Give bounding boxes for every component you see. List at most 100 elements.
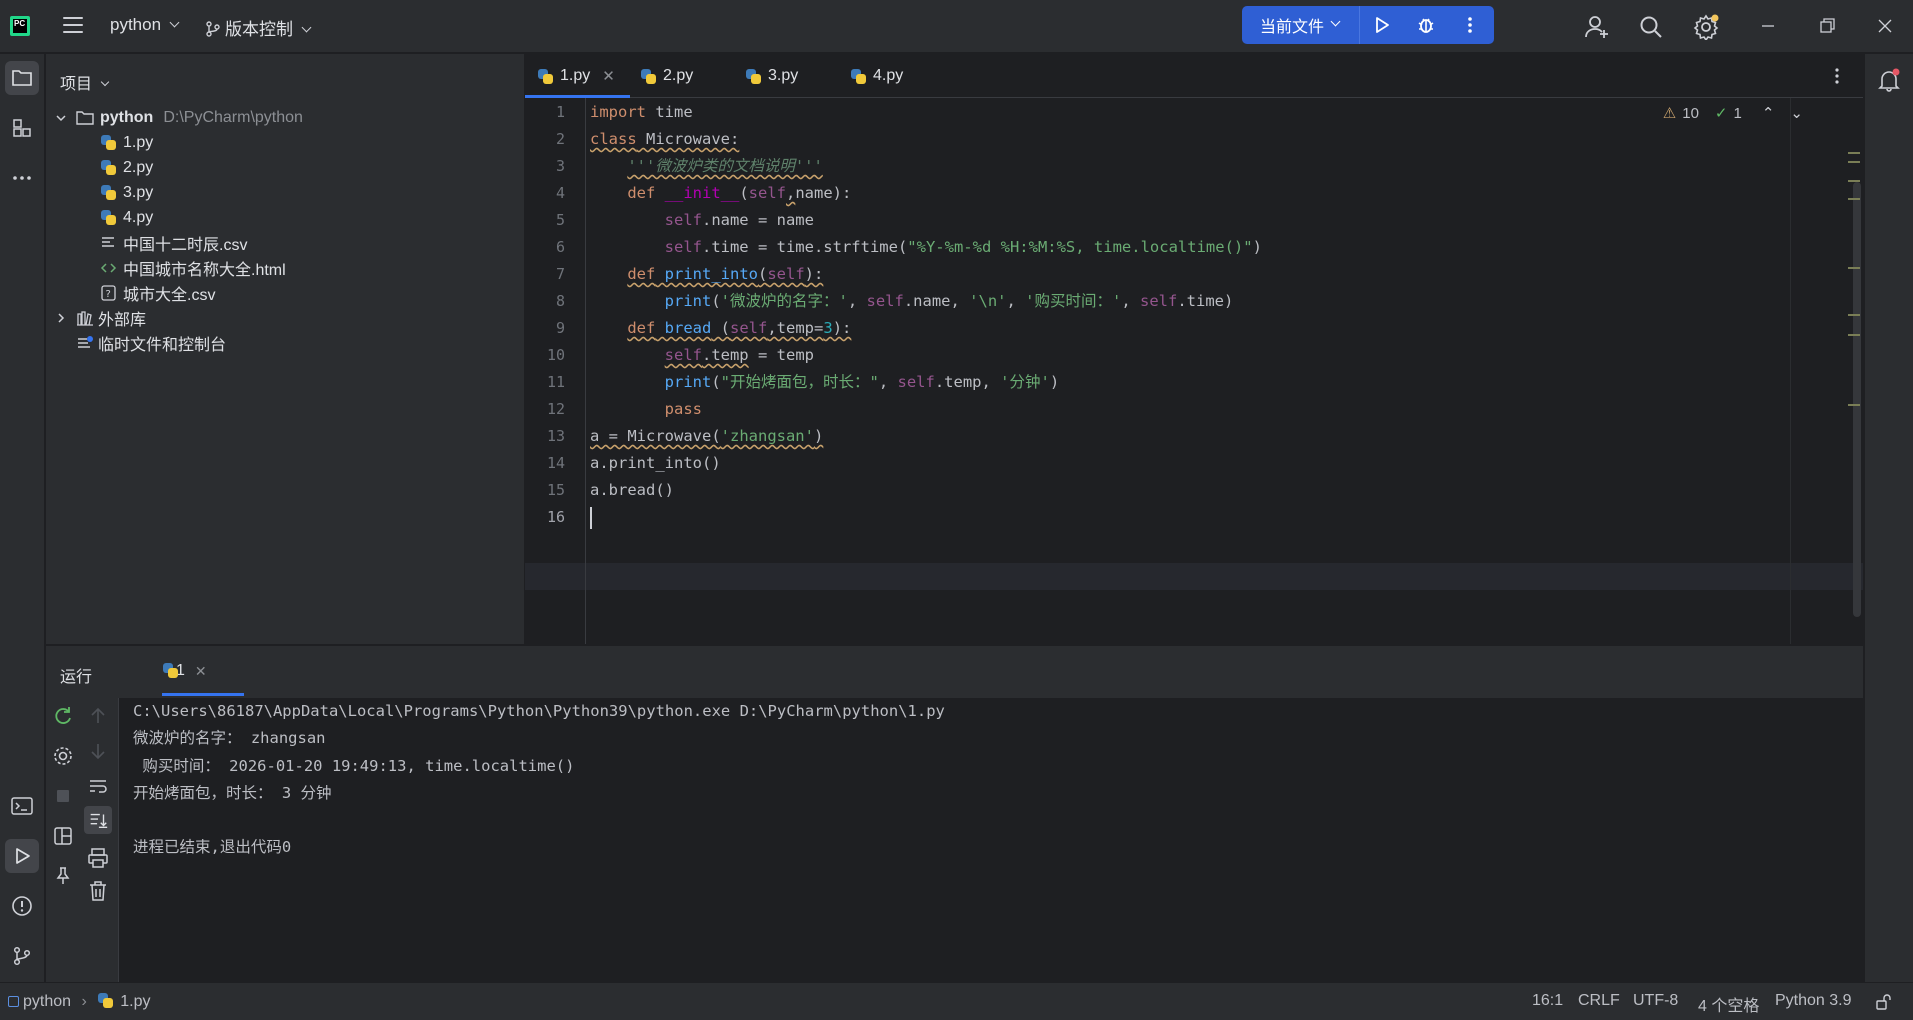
notifications-bell-icon[interactable] (1878, 68, 1900, 92)
line-number[interactable]: 9 (525, 315, 565, 342)
soft-wrap-icon[interactable] (86, 774, 110, 798)
file-encoding[interactable]: UTF-8 (1633, 992, 1678, 1010)
code-line-11[interactable]: print("开始烤面包，时长：", self.temp, '分钟') (590, 369, 1060, 396)
lock-write-icon[interactable] (1874, 993, 1892, 1011)
prev-highlight-icon[interactable]: ⌃ (1762, 104, 1775, 122)
python-interpreter[interactable]: Python 3.9 (1775, 992, 1852, 1010)
line-number[interactable]: 10 (525, 342, 565, 369)
main-menu-icon[interactable] (63, 17, 83, 35)
search-icon[interactable] (1638, 14, 1664, 40)
line-number[interactable]: 14 (525, 450, 565, 477)
layout-icon[interactable] (51, 824, 75, 848)
rerun-icon[interactable] (51, 704, 75, 728)
structure-tool-button[interactable] (5, 111, 39, 145)
indent-setting[interactable]: 4 个空格 (1698, 992, 1759, 1016)
python-file-icon (97, 992, 114, 1009)
code-line-2[interactable]: class Microwave: (590, 126, 739, 153)
line-number[interactable]: 15 (525, 477, 565, 504)
problems-icon (12, 896, 32, 916)
line-number[interactable]: 1 (525, 99, 565, 126)
scroll-up-icon[interactable] (86, 704, 110, 728)
tab-3-py[interactable]: 3.py (745, 54, 798, 98)
add-user-icon[interactable] (1584, 14, 1610, 40)
code-line-7[interactable]: def print_into(self): (590, 261, 823, 288)
inspection-widget[interactable]: ⚠ 10 ✓ 1 ⌃ ⌄ (1663, 104, 1803, 123)
line-number[interactable]: 12 (525, 396, 565, 423)
code-line-15[interactable]: a.bread() (590, 477, 674, 504)
minimize-icon[interactable] (1756, 14, 1780, 38)
scroll-to-end-button[interactable] (84, 806, 112, 834)
debug-button[interactable] (1404, 6, 1448, 44)
code-line-8[interactable]: print('微波炉的名字：', self.name, '\n', '购买时间：… (590, 288, 1234, 315)
more-tools-button[interactable] (5, 161, 39, 195)
close-tab-icon[interactable]: ✕ (602, 67, 615, 85)
tree-file-html[interactable]: 中国城市名称大全.html (100, 255, 286, 280)
close-window-icon[interactable] (1873, 14, 1897, 38)
project-panel-header[interactable]: 项目 (60, 70, 110, 94)
line-number[interactable]: 6 (525, 234, 565, 261)
right-margin-guide (1790, 98, 1791, 644)
line-number[interactable]: 16 (525, 504, 565, 531)
line-number[interactable]: 4 (525, 180, 565, 207)
tab-2-py[interactable]: 2.py (640, 54, 693, 98)
tree-root[interactable]: python D:\PyCharm\python (54, 105, 303, 130)
line-number[interactable]: 11 (525, 369, 565, 396)
git-tool-button[interactable] (5, 939, 39, 973)
breadcrumb-project[interactable]: python (23, 993, 71, 1010)
project-tool-button[interactable] (5, 61, 39, 95)
code-line-13[interactable]: a = Microwave('zhangsan') (590, 423, 823, 450)
line-number[interactable]: 3 (525, 153, 565, 180)
code-line-1[interactable]: import time (590, 99, 693, 126)
restore-icon[interactable] (1815, 14, 1839, 38)
breadcrumb-file[interactable]: 1.py (120, 993, 150, 1010)
settings-gear-icon[interactable] (1693, 14, 1719, 40)
code-line-6[interactable]: self.time = time.strftime("%Y-%m-%d %H:%… (590, 234, 1262, 261)
project-switcher[interactable]: python (110, 15, 180, 35)
tree-file-1-py[interactable]: 1.py (100, 130, 153, 155)
terminal-tool-button[interactable] (5, 789, 39, 823)
expand-chevron-icon (56, 114, 66, 121)
print-icon[interactable] (86, 846, 110, 870)
run-config-selector[interactable]: 当前文件 (1242, 6, 1360, 44)
pycharm-logo-icon[interactable]: PC (10, 16, 30, 36)
problems-tool-button[interactable] (5, 889, 39, 923)
run-tab-1[interactable]: 1 ✕ (126, 646, 244, 696)
code-line-9[interactable]: def bread (self,temp=3): (590, 315, 851, 342)
trash-icon[interactable] (86, 879, 110, 903)
close-run-tab-icon[interactable]: ✕ (195, 663, 207, 680)
editor-scrollbar[interactable] (1853, 182, 1861, 617)
line-number[interactable]: 7 (525, 261, 565, 288)
more-actions-button[interactable] (1448, 6, 1492, 44)
tree-external-libraries[interactable]: 外部库 (54, 305, 146, 330)
run-tool-button[interactable] (5, 839, 39, 873)
tree-file-2-py[interactable]: 2.py (100, 155, 153, 180)
run-button[interactable] (1360, 6, 1404, 44)
tree-file-3-py[interactable]: 3.py (100, 180, 153, 205)
line-number[interactable]: 5 (525, 207, 565, 234)
tab-4-py[interactable]: 4.py (850, 54, 903, 98)
run-settings-icon[interactable] (51, 744, 75, 768)
code-line-5[interactable]: self.name = name (590, 207, 814, 234)
code-line-14[interactable]: a.print_into() (590, 450, 721, 477)
vcs-menu[interactable]: 版本控制 (205, 15, 312, 40)
code-line-12[interactable]: pass (590, 396, 702, 423)
code-line-10[interactable]: self.temp = temp (590, 342, 814, 369)
run-console[interactable]: C:\Users\86187\AppData\Local\Programs\Py… (118, 698, 1863, 983)
next-highlight-icon[interactable]: ⌄ (1790, 104, 1803, 122)
tree-file-csv-city[interactable]: ? 城市大全.csv (100, 280, 215, 305)
tab-options-icon[interactable] (1834, 67, 1840, 85)
line-number[interactable]: 13 (525, 423, 565, 450)
stop-icon[interactable] (51, 784, 75, 808)
code-line-3[interactable]: '''微波炉类的文档说明''' (590, 153, 823, 180)
caret-position[interactable]: 16:1 (1532, 992, 1563, 1010)
tree-file-4-py[interactable]: 4.py (100, 205, 153, 230)
scroll-down-icon[interactable] (86, 739, 110, 763)
pin-icon[interactable] (51, 864, 75, 888)
line-number[interactable]: 8 (525, 288, 565, 315)
line-number[interactable]: 2 (525, 126, 565, 153)
tree-scratches[interactable]: 临时文件和控制台 (76, 330, 226, 355)
code-line-4[interactable]: def __init__(self,name): (590, 180, 851, 207)
tree-file-csv-shichen[interactable]: 中国十二时辰.csv (100, 230, 247, 255)
tab-1-py[interactable]: 1.py ✕ (525, 54, 630, 98)
line-separator[interactable]: CRLF (1578, 992, 1620, 1010)
